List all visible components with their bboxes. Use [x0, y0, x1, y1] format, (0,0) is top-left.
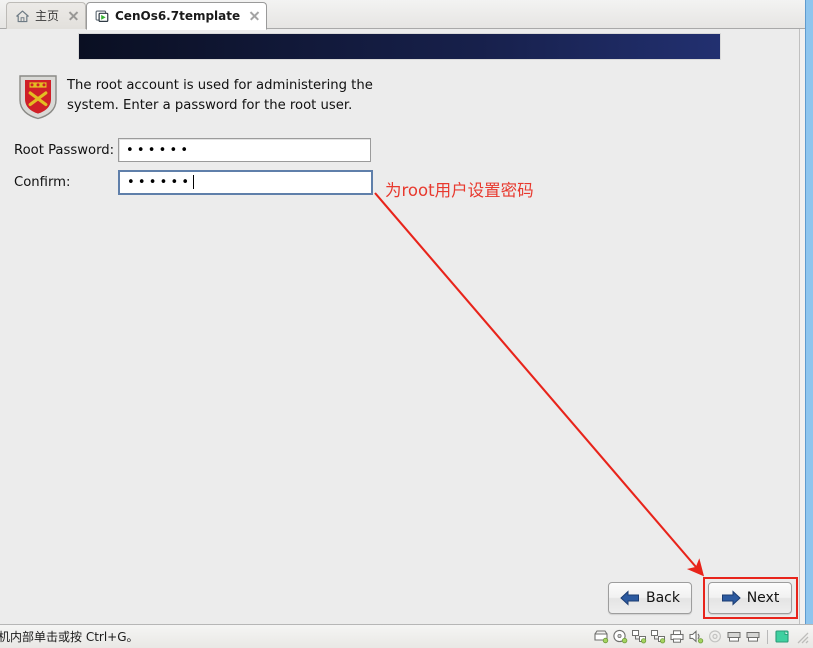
annotation-text: 为root用户设置密码 [385, 181, 534, 200]
next-button-highlight [703, 577, 798, 619]
vm-monitor-play-icon [95, 10, 109, 22]
usb-device-2-icon[interactable] [745, 629, 761, 644]
confirm-password-label: Confirm: [14, 174, 71, 190]
text-caret [193, 175, 195, 189]
tab-home[interactable]: 主页 [6, 2, 87, 29]
status-bar: 机内部单击或按 Ctrl+G。 [0, 624, 813, 648]
root-password-value: •••••• [126, 142, 192, 158]
tab-centos-template[interactable]: CenOs6.7template [86, 2, 268, 30]
hard-disk-icon[interactable] [593, 629, 609, 644]
network-adapter-icon[interactable] [631, 629, 647, 644]
back-button[interactable]: Back [608, 582, 692, 614]
tab-centos-template-label: CenOs6.7template [115, 9, 241, 23]
tab-home-close-icon[interactable] [67, 10, 79, 22]
confirm-password-input[interactable]: •••••• [118, 169, 373, 195]
root-password-info-block: The root account is used for administeri… [17, 74, 377, 120]
home-icon [16, 9, 29, 22]
tab-centos-template-close-icon[interactable] [248, 10, 260, 22]
sound-card-icon[interactable] [688, 629, 704, 644]
vmware-workstation-window: 主页 CenOs6.7template The root account is … [0, 0, 813, 648]
network-adapter-2-icon[interactable] [650, 629, 666, 644]
root-password-info-text: The root account is used for administeri… [67, 78, 373, 113]
root-password-label: Root Password: [14, 142, 115, 158]
root-password-row: Root Password: •••••• [14, 138, 371, 162]
status-bar-message: 机内部单击或按 Ctrl+G。 [0, 630, 139, 644]
arrow-left-blue-icon [620, 590, 639, 606]
installer-nav-buttons: Back Next [600, 577, 798, 619]
usb-device-icon[interactable] [726, 629, 742, 644]
tab-strip: 主页 CenOs6.7template [0, 0, 805, 30]
tab-home-label: 主页 [35, 9, 60, 23]
display-green-icon[interactable] [774, 629, 790, 644]
status-bar-separator [767, 629, 768, 644]
resize-grip-icon[interactable] [795, 630, 809, 644]
installer-banner [78, 33, 721, 60]
cd-dvd-icon[interactable] [612, 629, 628, 644]
status-bar-device-icons [593, 629, 809, 644]
printer-icon[interactable] [669, 629, 685, 644]
shield-crest-icon [19, 75, 57, 120]
right-edge-strip [805, 0, 813, 624]
root-password-input[interactable]: •••••• [118, 138, 371, 162]
disabled-device-icon[interactable] [707, 629, 723, 644]
vm-screen-viewport[interactable]: The root account is used for administeri… [0, 29, 800, 624]
confirm-password-value: •••••• [127, 174, 193, 190]
confirm-password-row: Confirm: •••••• [14, 169, 373, 195]
back-button-label: Back [646, 590, 680, 606]
